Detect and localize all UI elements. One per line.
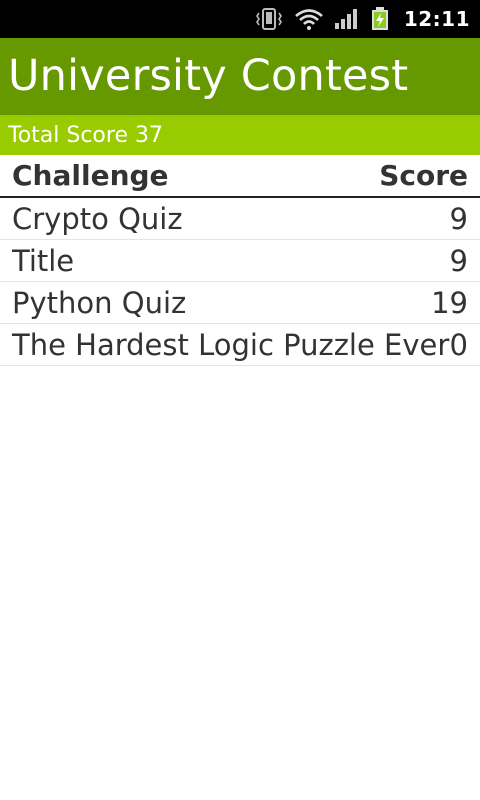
app-bar: University Contest xyxy=(0,38,480,115)
table-header: Challenge Score xyxy=(0,155,480,198)
score-column-header: Score xyxy=(379,159,468,192)
challenge-name: The Hardest Logic Puzzle Ever xyxy=(12,327,450,362)
challenge-score: 9 xyxy=(449,243,468,278)
challenge-score: 0 xyxy=(449,327,468,362)
wifi-icon xyxy=(294,8,324,30)
challenge-name: Title xyxy=(12,243,75,278)
battery-charging-icon xyxy=(370,7,390,31)
total-score-bar: Total Score 37 xyxy=(0,115,480,155)
table-row[interactable]: Python Quiz 19 xyxy=(0,282,480,324)
total-score-label: Total Score 37 xyxy=(8,122,163,148)
challenge-column-header: Challenge xyxy=(12,159,169,192)
status-time: 12:11 xyxy=(403,7,470,31)
status-bar: 12:11 xyxy=(0,0,480,38)
table-row[interactable]: Crypto Quiz 9 xyxy=(0,198,480,240)
challenge-score: 19 xyxy=(431,285,468,320)
vibrate-icon xyxy=(254,8,284,30)
challenge-name: Python Quiz xyxy=(12,285,187,320)
challenge-table: Challenge Score Crypto Quiz 9 Title 9 Py… xyxy=(0,155,480,366)
app-title: University Contest xyxy=(8,51,409,101)
table-row[interactable]: The Hardest Logic Puzzle Ever 0 xyxy=(0,324,480,366)
challenge-name: Crypto Quiz xyxy=(12,201,183,236)
challenge-score: 9 xyxy=(449,201,468,236)
signal-icon xyxy=(334,8,360,30)
table-row[interactable]: Title 9 xyxy=(0,240,480,282)
